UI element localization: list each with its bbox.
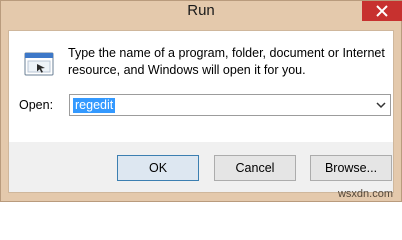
title-bar[interactable]: Run bbox=[1, 1, 402, 23]
open-input-value[interactable]: regedit bbox=[73, 98, 116, 113]
cancel-button[interactable]: Cancel bbox=[214, 155, 296, 181]
dialog-client-area: Type the name of a program, folder, docu… bbox=[8, 30, 394, 193]
browse-button[interactable]: Browse... bbox=[310, 155, 392, 181]
close-icon bbox=[362, 1, 402, 21]
ok-button[interactable]: OK bbox=[117, 155, 199, 181]
dialog-content-panel: Type the name of a program, folder, docu… bbox=[9, 31, 393, 142]
open-label: Open: bbox=[19, 98, 54, 112]
open-combobox[interactable]: regedit bbox=[69, 94, 391, 116]
dialog-description: Type the name of a program, folder, docu… bbox=[68, 46, 385, 77]
window-title: Run bbox=[187, 2, 215, 19]
watermark: wsxdn.com bbox=[337, 188, 393, 200]
chevron-down-icon[interactable] bbox=[375, 99, 387, 111]
close-button[interactable] bbox=[362, 1, 402, 21]
run-dialog: Run Type the name of a program, folder, … bbox=[0, 0, 402, 202]
run-icon bbox=[24, 52, 54, 76]
